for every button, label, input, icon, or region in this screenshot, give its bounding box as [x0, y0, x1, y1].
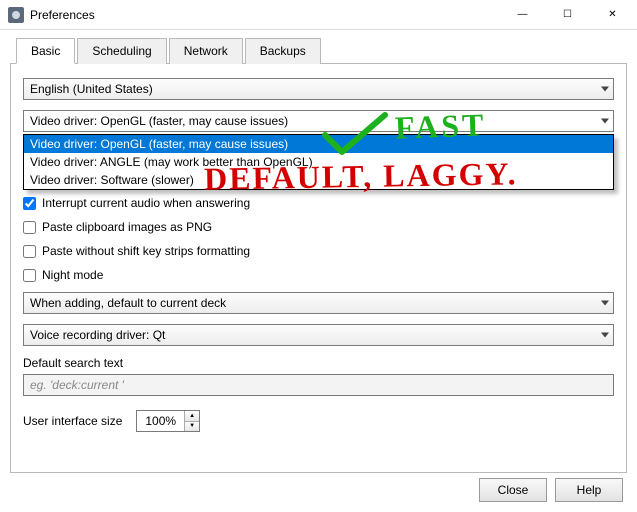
voice-driver-select[interactable]: Voice recording driver: Qt	[23, 324, 614, 346]
paste-strip-checkbox[interactable]: Paste without shift key strips formattin…	[23, 244, 614, 258]
ui-size-stepper[interactable]: 100% ▲ ▼	[136, 410, 200, 432]
video-driver-dropdown: Video driver: OpenGL (faster, may cause …	[23, 134, 614, 190]
night-mode-input[interactable]	[23, 269, 36, 282]
help-button[interactable]: Help	[555, 478, 623, 502]
video-driver-option-software[interactable]: Video driver: Software (slower)	[24, 171, 613, 189]
window-titlebar: Preferences — ☐ ✕	[0, 0, 637, 30]
app-icon	[8, 7, 24, 23]
interrupt-audio-checkbox[interactable]: Interrupt current audio when answering	[23, 196, 614, 210]
window-minimize-button[interactable]: —	[500, 1, 545, 29]
language-select-value: English (United States)	[30, 82, 153, 96]
window-close-button[interactable]: ✕	[590, 1, 635, 29]
chevron-down-icon	[601, 333, 609, 338]
paste-png-label: Paste clipboard images as PNG	[42, 220, 212, 234]
video-driver-option-opengl[interactable]: Video driver: OpenGL (faster, may cause …	[24, 135, 613, 153]
tab-scheduling[interactable]: Scheduling	[77, 38, 166, 64]
default-search-label: Default search text	[23, 356, 614, 370]
paste-png-input[interactable]	[23, 221, 36, 234]
video-driver-option-angle[interactable]: Video driver: ANGLE (may work better tha…	[24, 153, 613, 171]
chevron-down-icon	[601, 119, 609, 124]
deck-default-value: When adding, default to current deck	[30, 296, 226, 310]
tab-backups[interactable]: Backups	[245, 38, 321, 64]
interrupt-audio-input[interactable]	[23, 197, 36, 210]
language-select[interactable]: English (United States)	[23, 78, 614, 100]
night-mode-checkbox[interactable]: Night mode	[23, 268, 614, 282]
default-search-placeholder: eg. 'deck:current '	[30, 378, 124, 392]
basic-panel: English (United States) Video driver: Op…	[10, 63, 627, 473]
video-driver-select[interactable]: Video driver: OpenGL (faster, may cause …	[23, 110, 614, 132]
tab-strip: Basic Scheduling Network Backups	[10, 38, 627, 64]
tab-basic[interactable]: Basic	[16, 38, 75, 64]
tab-network[interactable]: Network	[169, 38, 243, 64]
video-driver-select-value: Video driver: OpenGL (faster, may cause …	[30, 114, 288, 128]
ui-size-up-button[interactable]: ▲	[185, 411, 199, 421]
ui-size-label: User interface size	[23, 414, 122, 428]
deck-default-select[interactable]: When adding, default to current deck	[23, 292, 614, 314]
chevron-down-icon	[601, 87, 609, 92]
interrupt-audio-label: Interrupt current audio when answering	[42, 196, 250, 210]
voice-driver-value: Voice recording driver: Qt	[30, 328, 165, 342]
window-title: Preferences	[30, 8, 500, 22]
night-mode-label: Night mode	[42, 268, 103, 282]
ui-size-value: 100%	[137, 411, 184, 431]
ui-size-down-button[interactable]: ▼	[185, 421, 199, 431]
paste-strip-label: Paste without shift key strips formattin…	[42, 244, 250, 258]
default-search-input[interactable]: eg. 'deck:current '	[23, 374, 614, 396]
paste-strip-input[interactable]	[23, 245, 36, 258]
chevron-down-icon	[601, 301, 609, 306]
paste-png-checkbox[interactable]: Paste clipboard images as PNG	[23, 220, 614, 234]
close-button[interactable]: Close	[479, 478, 547, 502]
window-maximize-button[interactable]: ☐	[545, 1, 590, 29]
